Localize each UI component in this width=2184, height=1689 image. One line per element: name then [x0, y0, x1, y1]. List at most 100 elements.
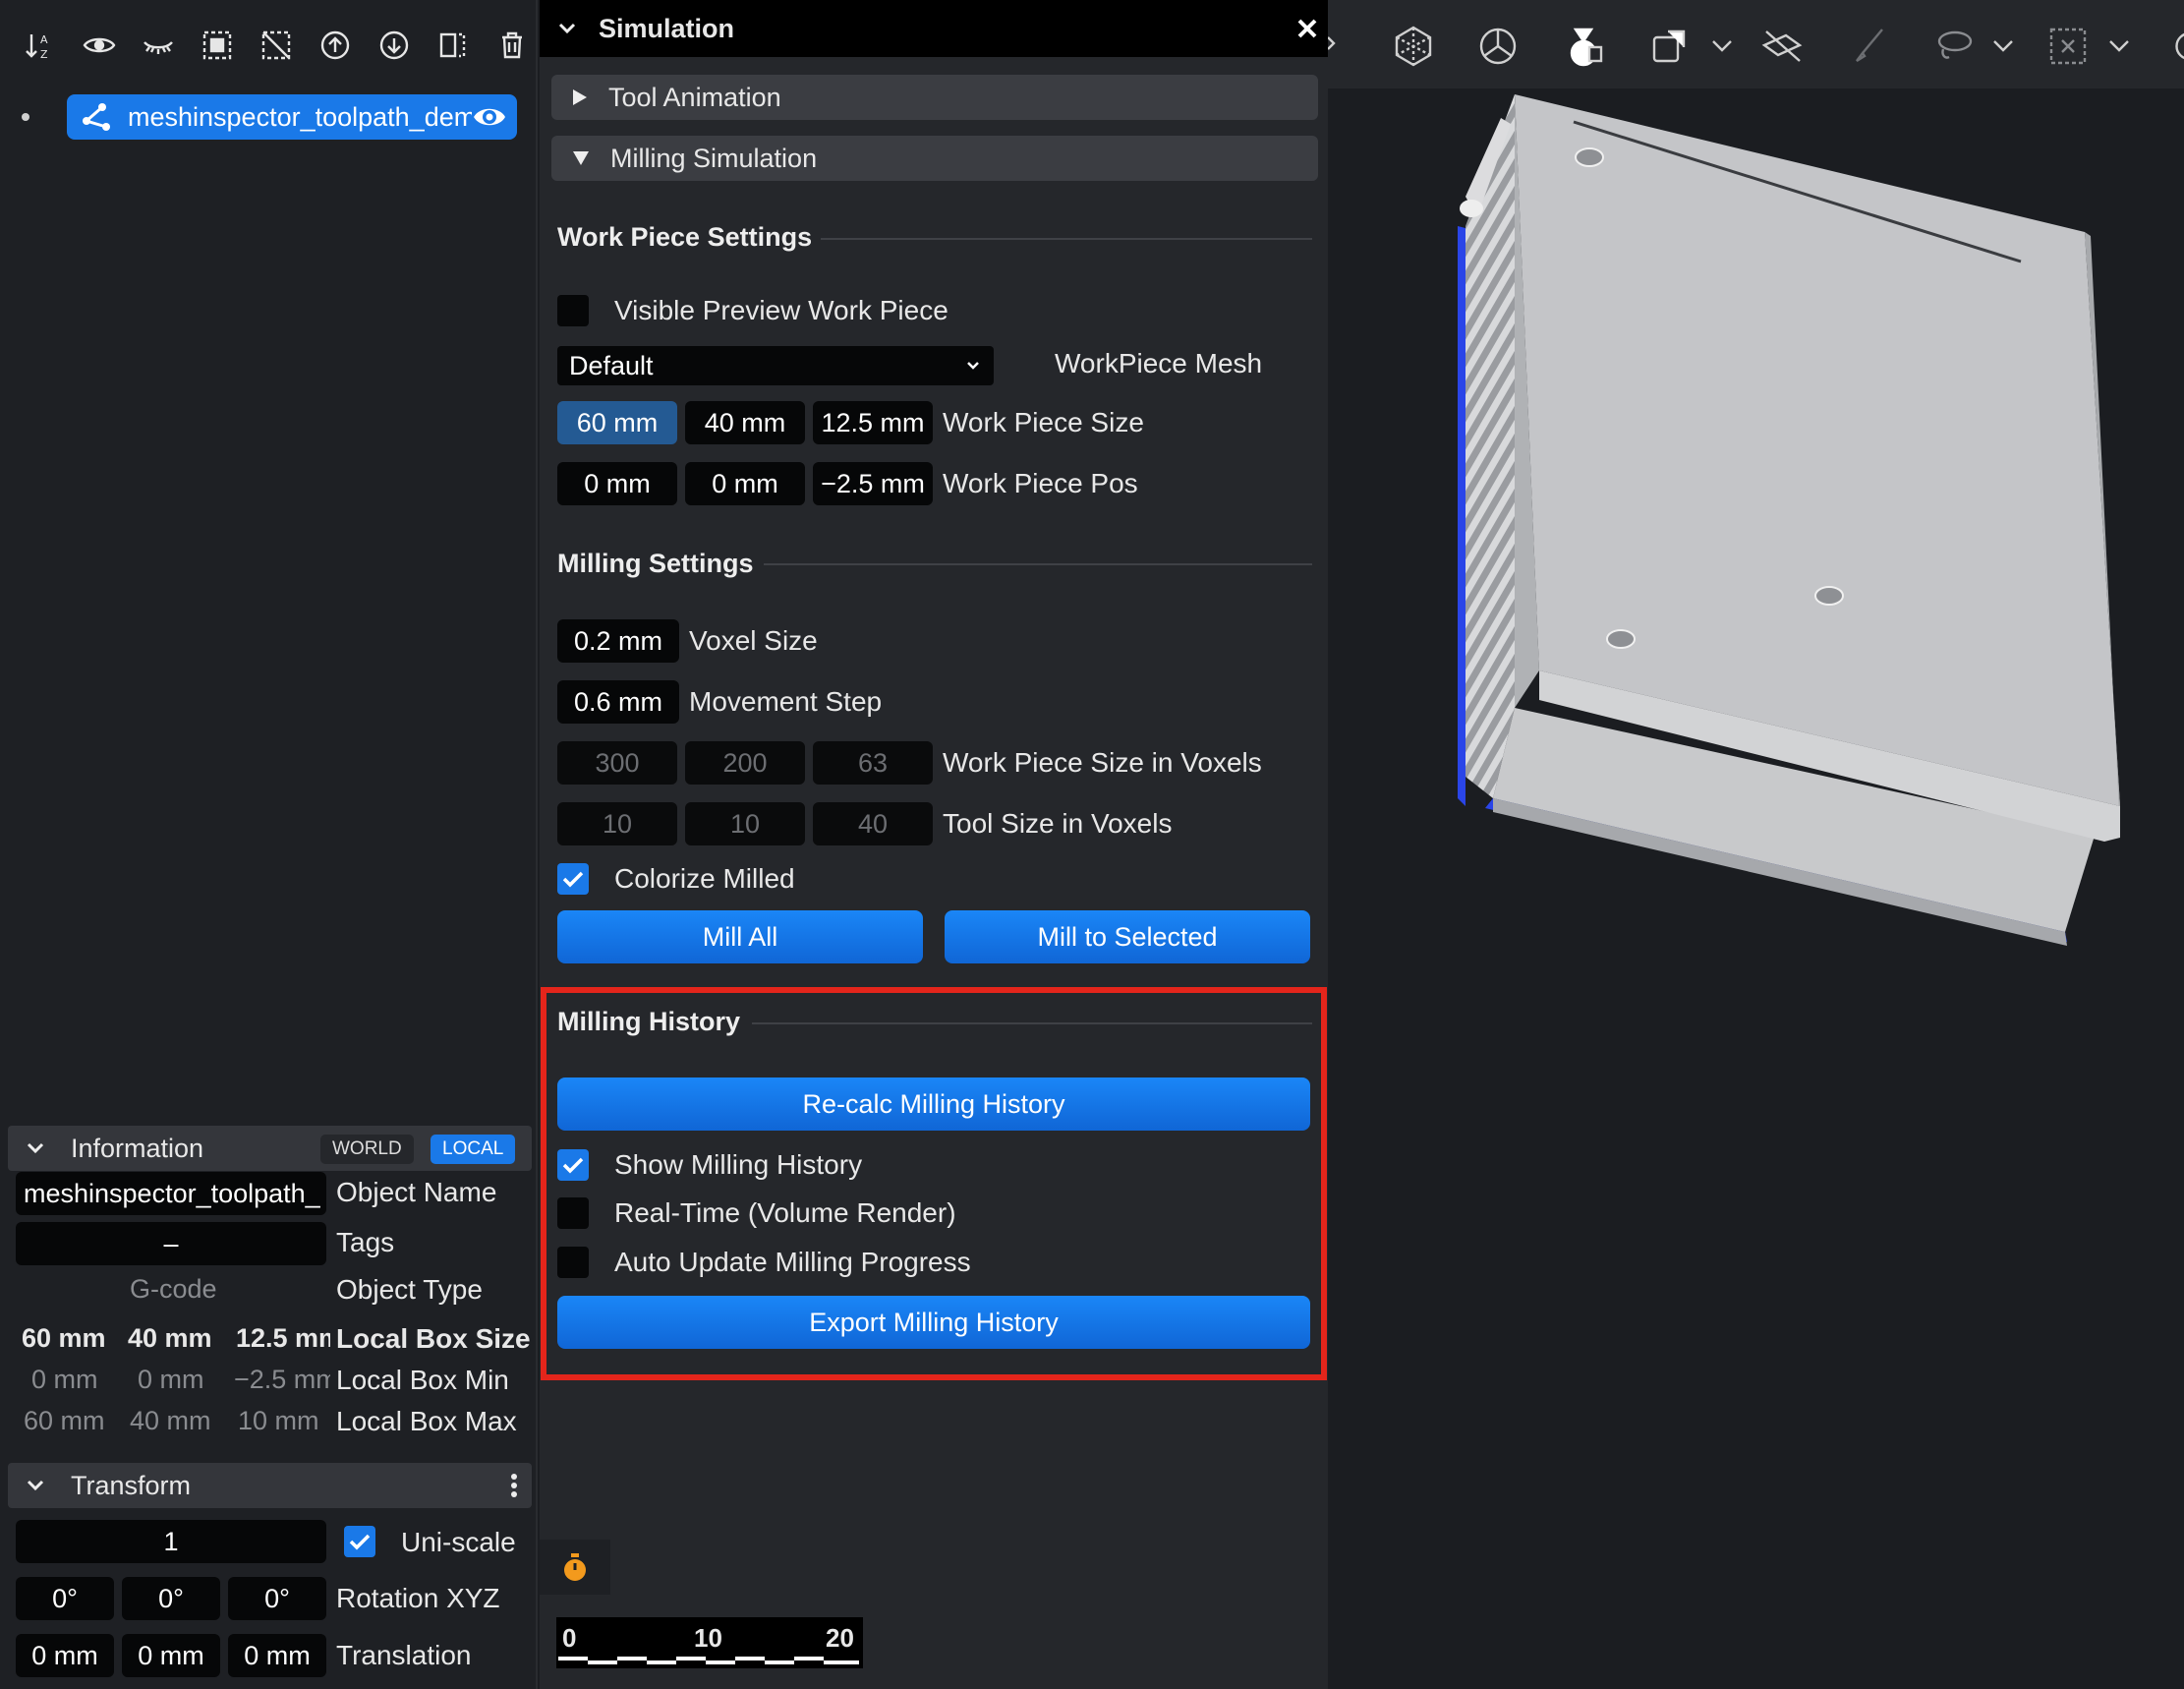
translation-z-field[interactable]: 0 mm: [228, 1634, 326, 1677]
voxel-size-label: Voxel Size: [689, 625, 818, 656]
box-size-label: Local Box Size: [336, 1323, 531, 1354]
move-up-button[interactable]: [313, 23, 358, 68]
movement-step-label: Movement Step: [689, 686, 883, 717]
invert-selection-button[interactable]: [431, 23, 476, 68]
scene-toolbar: AZ: [0, 0, 536, 90]
local-toggle[interactable]: LOCAL: [431, 1135, 516, 1164]
eye-closed-icon: [144, 41, 173, 54]
tags-field[interactable]: –: [16, 1222, 326, 1265]
movement-step-field[interactable]: 0.6 mm: [557, 680, 679, 724]
svg-text:Z: Z: [40, 48, 48, 61]
wp-voxels-z: 63: [813, 741, 933, 785]
rotation-z-field[interactable]: 0°: [228, 1577, 326, 1620]
toolpath-icon: [83, 103, 110, 131]
translation-y-field[interactable]: 0 mm: [122, 1634, 220, 1677]
scale-label-10: 10: [694, 1623, 722, 1653]
workpiece-pos-x[interactable]: 0 mm: [557, 462, 677, 505]
select-all-button[interactable]: [195, 23, 240, 68]
scene-object-item[interactable]: meshinspector_toolpath_demo: [67, 94, 517, 140]
mesh-hole: [1575, 147, 1604, 167]
box-size-x: 60 mm: [22, 1323, 106, 1353]
visible-preview-label: Visible Preview Work Piece: [614, 295, 948, 325]
sort-az-icon: AZ: [26, 33, 48, 61]
object-name-field[interactable]: meshinspector_toolpath_: [16, 1172, 326, 1215]
deselect-button[interactable]: [254, 23, 299, 68]
chevron-down-icon: [27, 1480, 44, 1491]
colorize-label: Colorize Milled: [614, 863, 795, 894]
milled-workpiece-mesh[interactable]: [1328, 0, 2184, 1689]
uniscale-checkbox[interactable]: [344, 1526, 375, 1557]
workpiece-mesh-select[interactable]: Default: [557, 346, 994, 385]
milling-simulation-header[interactable]: Milling Simulation: [551, 136, 1318, 181]
workpiece-pos-y[interactable]: 0 mm: [685, 462, 805, 505]
box-min-y: 0 mm: [138, 1365, 204, 1394]
tool-voxels-y: 10: [685, 802, 805, 845]
object-name-label: Object Name: [336, 1177, 497, 1207]
box-size-z: 12.5 mm: [236, 1323, 330, 1353]
transform-header[interactable]: Transform: [8, 1463, 532, 1508]
scene-tree-row: meshinspector_toolpath_demo: [22, 94, 517, 140]
box-max-z: 10 mm: [238, 1406, 319, 1435]
translation-x-field[interactable]: 0 mm: [16, 1634, 114, 1677]
milling-history-highlight: [541, 987, 1327, 1380]
colorize-checkbox[interactable]: [557, 863, 589, 895]
select-all-icon: [202, 30, 232, 60]
tool-tip: [1460, 200, 1483, 217]
delete-button[interactable]: [489, 23, 535, 68]
mill-all-button[interactable]: Mill All: [557, 910, 923, 963]
rotation-x-field[interactable]: 0°: [16, 1577, 114, 1620]
3d-viewport[interactable]: [1327, 0, 2184, 1689]
section-divider: [821, 238, 1312, 240]
chevron-down-icon[interactable]: [557, 19, 577, 38]
transform-title: Transform: [71, 1470, 192, 1500]
workpiece-size-label: Work Piece Size: [943, 407, 1144, 437]
timer-button[interactable]: [540, 1540, 610, 1595]
chevron-down-icon: [967, 362, 979, 370]
sort-az-button[interactable]: AZ: [18, 23, 63, 68]
workpiece-size-z[interactable]: 12.5 mm: [813, 401, 933, 444]
simulation-title: Simulation: [599, 13, 735, 43]
deselect-icon: [261, 30, 291, 60]
scale-field[interactable]: 1: [16, 1520, 326, 1563]
mesh-hole: [1606, 629, 1636, 649]
stopwatch-icon: [564, 1553, 586, 1581]
visible-preview-checkbox[interactable]: [557, 295, 589, 326]
tool-voxels-z: 40: [813, 802, 933, 845]
move-down-button[interactable]: [372, 23, 417, 68]
checkmark-icon: [349, 1534, 371, 1550]
mill-to-selected-button[interactable]: Mill to Selected: [945, 910, 1310, 963]
workpiece-pos-z[interactable]: −2.5 mm: [813, 462, 933, 505]
scene-object-label: meshinspector_toolpath_demo: [128, 101, 472, 132]
more-options-icon[interactable]: [510, 1473, 518, 1498]
wp-voxels-label: Work Piece Size in Voxels: [943, 747, 1262, 778]
scene-panel: AZ meshinspector_toolpath_demo Informati…: [0, 0, 538, 1689]
rotation-y-field[interactable]: 0°: [122, 1577, 220, 1620]
tool-animation-header[interactable]: Tool Animation: [551, 75, 1318, 120]
workpiece-section-title: Work Piece Settings: [557, 222, 813, 252]
translation-label: Translation: [336, 1640, 472, 1670]
workpiece-mesh-label: WorkPiece Mesh: [1055, 348, 1263, 379]
hide-button[interactable]: [136, 23, 181, 68]
tool-voxels-x: 10: [557, 802, 677, 845]
information-header[interactable]: Information WORLD LOCAL: [8, 1126, 532, 1171]
object-type-value: G-code: [130, 1274, 217, 1304]
chevron-down-icon: [27, 1142, 44, 1154]
object-type-label: Object Type: [336, 1274, 483, 1305]
visibility-eye-icon[interactable]: [472, 102, 507, 132]
scale-ruler: [558, 1657, 863, 1664]
workpiece-size-y[interactable]: 40 mm: [685, 401, 805, 444]
scale-label-0: 0: [562, 1623, 577, 1653]
rotation-label: Rotation XYZ: [336, 1583, 500, 1613]
milling-settings-title: Milling Settings: [557, 549, 754, 578]
world-toggle[interactable]: WORLD: [320, 1135, 414, 1164]
box-max-x: 60 mm: [24, 1406, 105, 1435]
svg-text:A: A: [40, 33, 48, 46]
voxel-size-field[interactable]: 0.2 mm: [557, 619, 679, 663]
triangle-right-icon: [573, 89, 587, 105]
section-divider: [764, 563, 1312, 565]
simulation-panel: Simulation Tool Animation Milling Simula…: [540, 0, 1328, 1689]
workpiece-size-x[interactable]: 60 mm: [557, 401, 677, 444]
show-button[interactable]: [77, 23, 122, 68]
triangle-down-icon: [573, 151, 589, 165]
close-icon[interactable]: [1296, 18, 1318, 39]
